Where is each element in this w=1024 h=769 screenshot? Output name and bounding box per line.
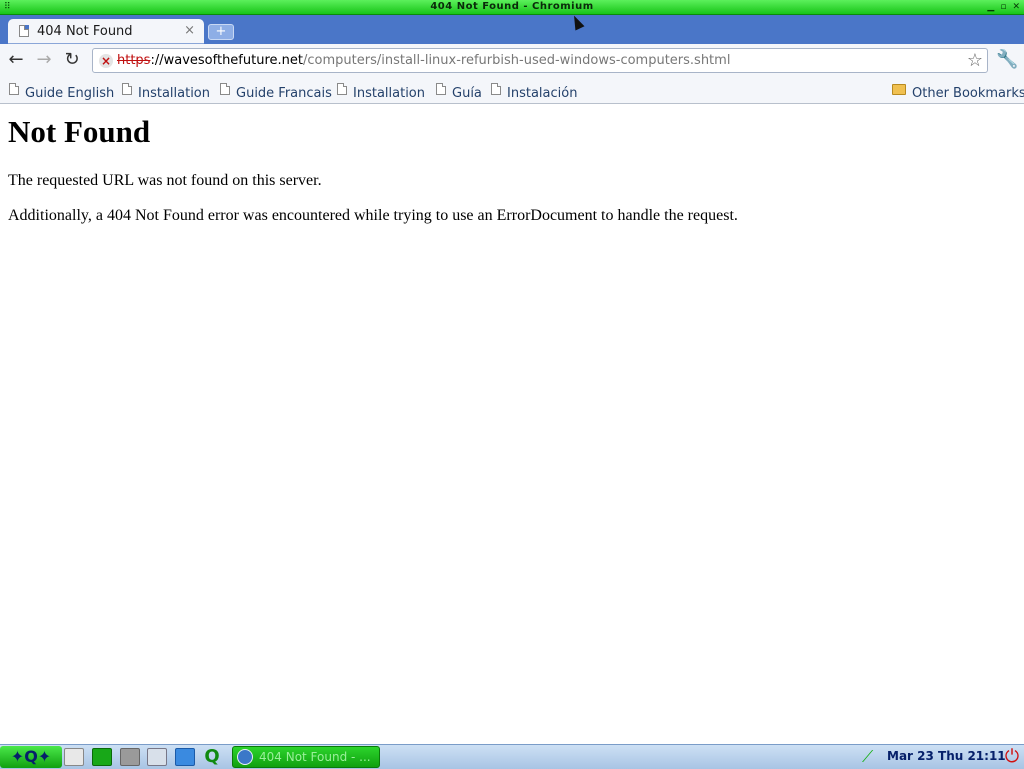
window-titlebar[interactable]: ⠿ 404 Not Found - Chromium ▁ ▫ ✕ (0, 0, 1024, 15)
show-desktop-icon[interactable] (64, 748, 84, 766)
bookmark-instalacion[interactable]: Instalación (491, 82, 577, 101)
mail-icon[interactable] (147, 748, 167, 766)
wrench-menu-icon[interactable]: 🔧 (996, 50, 1018, 70)
tab-strip: 404 Not Found × + (0, 15, 1024, 44)
bookmark-star-icon[interactable]: ☆ (967, 50, 983, 72)
close-icon[interactable]: ✕ (1012, 0, 1020, 14)
taskbar-task-chromium[interactable]: 404 Not Found - ... (232, 746, 380, 768)
download-icon[interactable] (175, 748, 195, 766)
taskbar: ✦Q✦ Q 404 Not Found - ... ⟋ Mar 23 Thu 2… (0, 744, 1024, 769)
bookmarks-bar: Guide English Installation Guide Francai… (0, 77, 1024, 104)
url-scheme-separator: :// (150, 53, 164, 68)
maximize-icon[interactable]: ▫ (1000, 0, 1006, 14)
tab-404-not-found[interactable]: 404 Not Found × (8, 19, 204, 44)
reload-button[interactable]: ↻ (62, 50, 82, 70)
other-bookmarks[interactable]: Other Bookmarks (892, 82, 1024, 101)
url-scheme: https (117, 53, 151, 68)
power-icon[interactable]: ⏻ (1002, 746, 1022, 768)
q-launcher-icon[interactable]: Q (202, 748, 222, 766)
page-heading: Not Found (8, 114, 151, 149)
network-status-icon[interactable]: ⟋ (862, 748, 873, 766)
bookmark-installation[interactable]: Installation (122, 82, 210, 101)
clock[interactable]: Mar 23 Thu 21:11 (887, 749, 1006, 763)
start-menu-button[interactable]: ✦Q✦ (0, 746, 62, 768)
url-host: wavesofthefuture.net (163, 53, 303, 68)
bookmark-guide-english[interactable]: Guide English (9, 82, 114, 101)
bookmark-installation-2[interactable]: Installation (337, 82, 425, 101)
page-content: Not Found The requested URL was not foun… (0, 104, 1024, 744)
chromium-icon (237, 749, 253, 765)
page-icon (491, 83, 501, 95)
tab-label: 404 Not Found (37, 24, 133, 39)
page-icon (19, 25, 29, 37)
taskbar-task-label: 404 Not Found - ... (259, 750, 371, 764)
tab-close-icon[interactable]: × (184, 23, 195, 38)
back-button[interactable]: ← (6, 50, 26, 70)
url-path: /computers/install-linux-refurbish-used-… (303, 53, 731, 68)
window-title: 404 Not Found - Chromium (430, 1, 594, 12)
page-icon (436, 83, 446, 95)
page-icon (337, 83, 347, 95)
broken-lock-icon[interactable]: × (99, 54, 113, 68)
minimize-icon[interactable]: ▁ (987, 0, 994, 14)
file-manager-icon[interactable] (92, 748, 112, 766)
forward-button[interactable]: → (34, 50, 54, 70)
bookmark-guide-francais[interactable]: Guide Francais (220, 82, 332, 101)
address-bar[interactable]: × https://wavesofthefuture.net/computers… (92, 48, 988, 73)
page-icon (220, 83, 230, 95)
error-detail: Additionally, a 404 Not Found error was … (8, 207, 738, 224)
bookmark-guia[interactable]: Guía (436, 82, 482, 101)
page-icon (122, 83, 132, 95)
browser-toolbar: ← → ↻ × https://wavesofthefuture.net/com… (0, 44, 1024, 77)
page-icon (9, 83, 19, 95)
url-text[interactable]: https://wavesofthefuture.net/computers/i… (117, 53, 730, 68)
error-message: The requested URL was not found on this … (8, 172, 322, 189)
folder-icon (892, 84, 906, 95)
settings-gear-icon[interactable] (120, 748, 140, 766)
new-tab-button[interactable]: + (208, 24, 234, 40)
